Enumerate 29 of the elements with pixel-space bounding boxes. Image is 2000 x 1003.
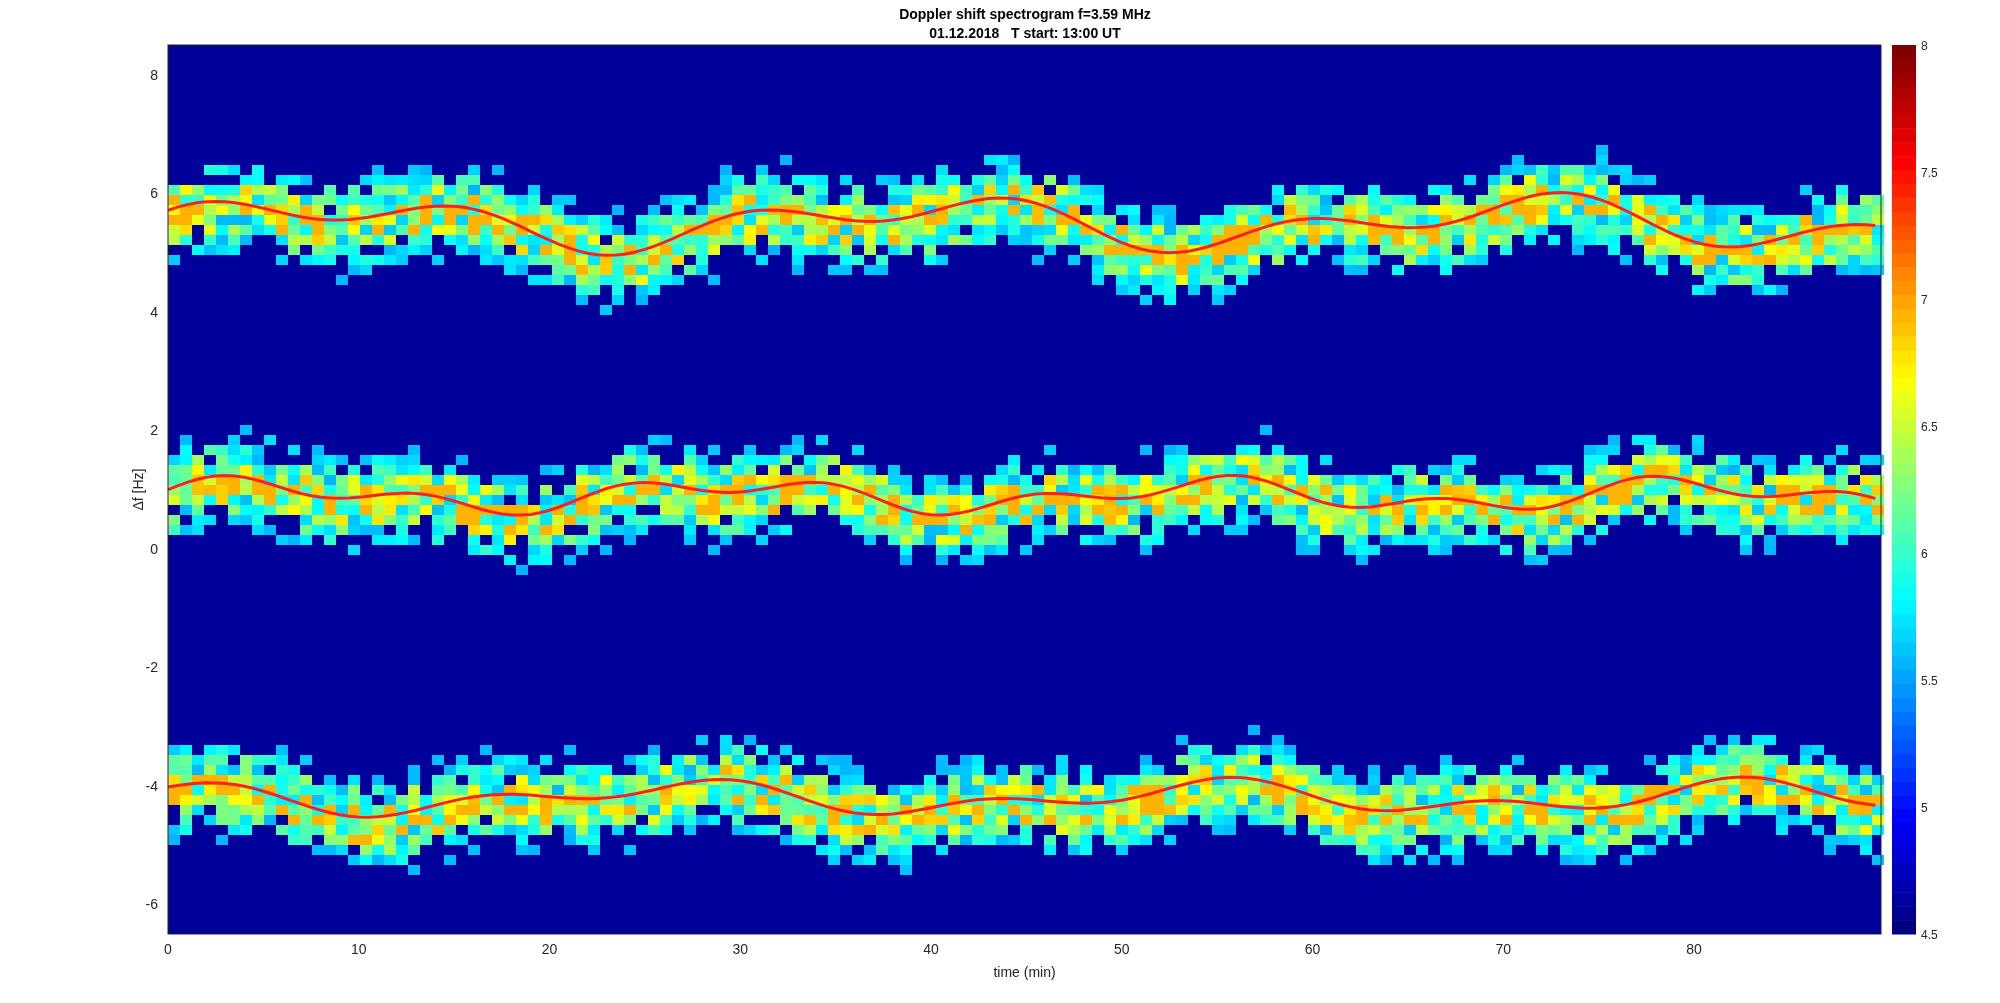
y-tick-label: 0 [150,540,158,557]
x-tick-label: 60 [1304,941,1321,957]
x-tick-label: 50 [1114,941,1130,957]
y-tick-label: 4 [150,303,158,320]
colorbar-tick-label: 7.5 [1921,166,1938,180]
colorbar-tick-label: 5 [1921,801,1928,815]
colorbar-tick-label: 4.5 [1921,928,1938,942]
y-tick-label: 2 [150,422,158,439]
y-tick-label: -6 [145,896,158,913]
y-axis-label: Δf [Hz] [130,468,146,511]
chart-title: Doppler shift spectrogram f=3.59 MHz [899,6,1151,22]
chart-subtitle: 01.12.2018 T start: 13:00 UT [929,25,1121,41]
y-tick-label: 8 [150,66,158,83]
x-tick-label: 10 [350,941,367,957]
x-tick-label: 20 [541,941,558,957]
y-tick-label: 6 [150,185,158,202]
colorbar-tick-label: 5.5 [1921,674,1938,688]
x-tick-label: 0 [164,941,172,957]
y-tick-label: -2 [145,659,158,676]
x-tick-label: 40 [923,941,939,957]
x-tick-label: 80 [1686,941,1702,957]
x-axis-label: time (min) [993,964,1056,980]
y-tick-label: -4 [145,777,158,794]
colorbar-tick-label: 7 [1921,293,1928,307]
colorbar-tick-label: 6.5 [1921,420,1938,434]
x-tick-label: 70 [1495,941,1512,957]
colorbar-tick-label: 8 [1921,39,1928,53]
x-tick-label: 30 [732,941,749,957]
colorbar-tick-label: 6 [1921,547,1928,561]
